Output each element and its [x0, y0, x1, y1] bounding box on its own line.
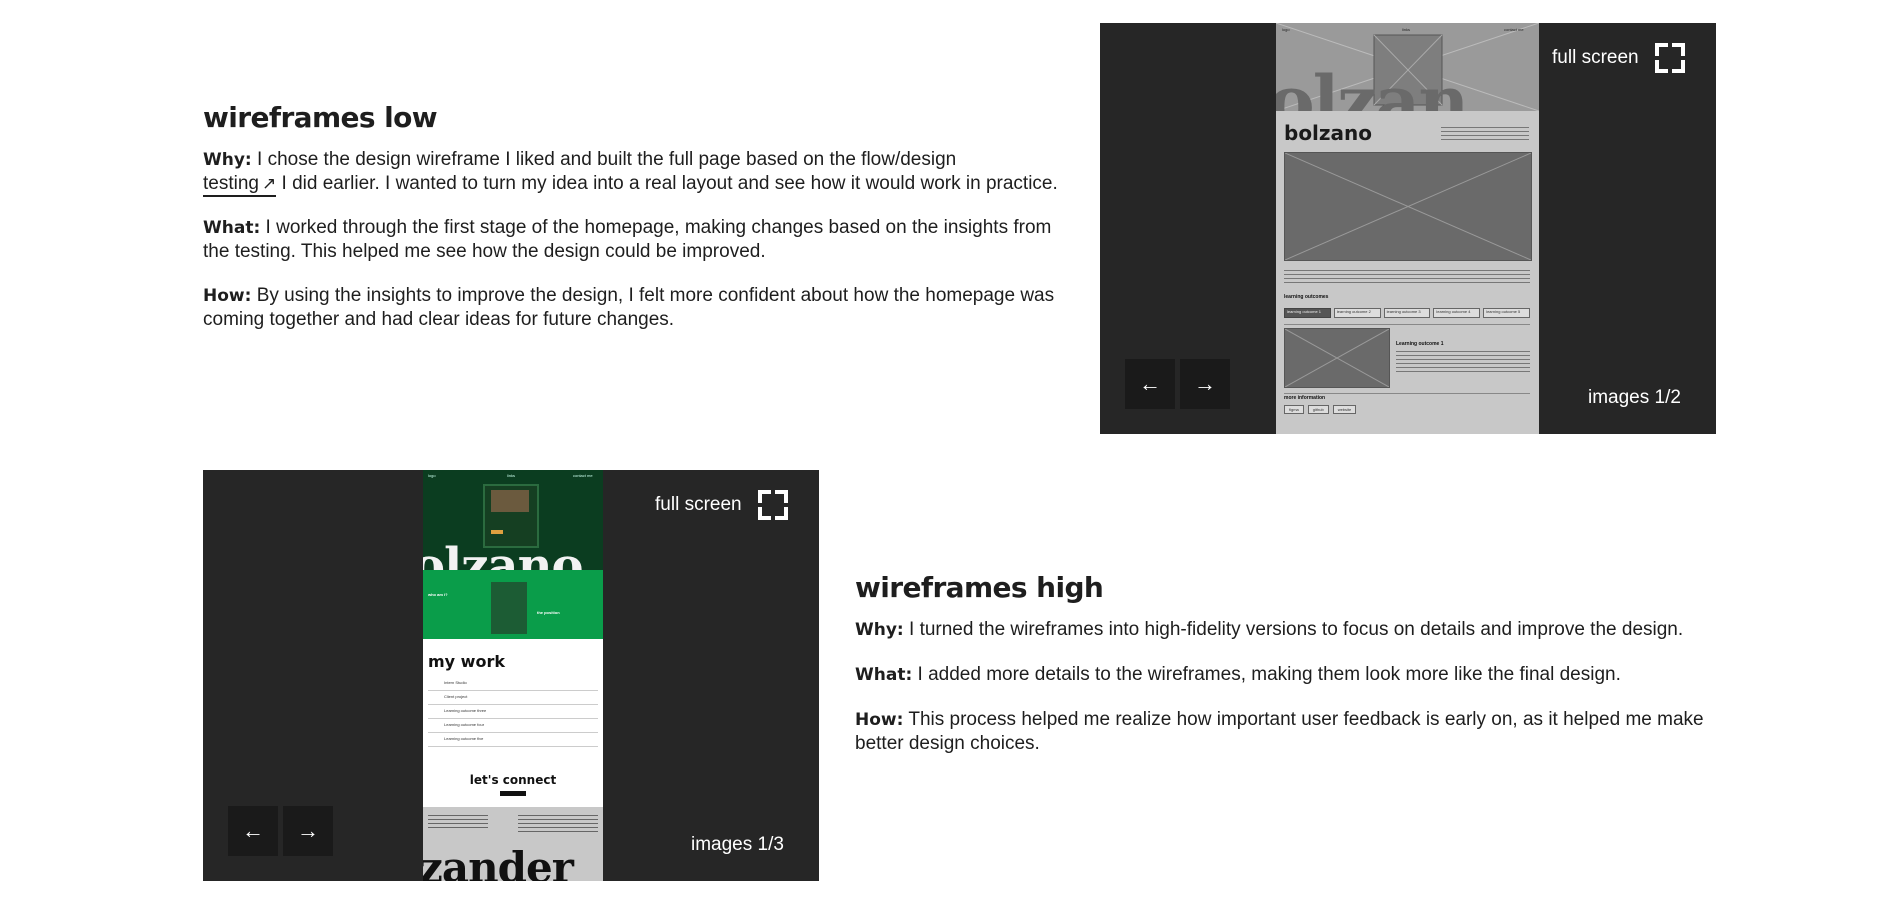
hifi-phone-photo [491, 490, 529, 512]
hifi-work-item: Intern Studio [428, 677, 598, 691]
how-text: This process helped me realize how impor… [855, 709, 1704, 754]
wf-divider-2 [1284, 393, 1530, 394]
wf-pills: figma github website [1284, 405, 1357, 414]
what-paragraph: What: I added more details to the wirefr… [855, 663, 1705, 687]
hifi-about-photo [491, 582, 527, 634]
fullscreen-label: full screen [1552, 47, 1639, 68]
why-text: I chose the design wireframe I liked and… [251, 149, 957, 170]
wf-main-placeholder [1284, 152, 1532, 261]
prev-image-button[interactable]: ← [1125, 359, 1175, 409]
hifi-nav-right: contact me [573, 473, 593, 478]
why-paragraph: Why: I turned the wireframes into high-f… [855, 618, 1705, 642]
hifi-connect-heading: let's connect [469, 773, 557, 787]
hifi-work-item: Learning outcome three [428, 705, 598, 719]
fullscreen-label: full screen [655, 494, 742, 515]
hifi-work-list: Intern Studio Client project Learning ou… [428, 677, 598, 747]
wf-card-image [1284, 328, 1390, 388]
wf-brand-text [1441, 127, 1529, 141]
what-text: I added more details to the wireframes, … [912, 664, 1621, 685]
what-label: What: [855, 665, 913, 685]
fullscreen-icon [757, 490, 788, 520]
wf-main-placeholder-lines [1284, 152, 1532, 261]
why-paragraph: Why: I chose the design wireframe I like… [203, 148, 1063, 197]
wf-body-text [1284, 270, 1530, 286]
hifi-who-heading: who am i? [428, 592, 448, 597]
hifi-footer-text [428, 815, 488, 829]
hifi-work-item: Learning outcome four [428, 719, 598, 733]
wf-card-image-lines [1284, 328, 1390, 388]
image-counter: images 1/3 [691, 834, 784, 855]
how-label: How: [203, 286, 252, 306]
why-label: Why: [855, 620, 904, 640]
wf-tabs: learning outcome 1 learning outcome 2 le… [1284, 308, 1530, 318]
wf-pill: figma [1284, 405, 1304, 414]
wf-hero-bigtext: olzan [1276, 60, 1469, 112]
hifi-footer-bigtext: zander [423, 843, 574, 882]
hifi-hero: logo links contact me olzano [423, 470, 603, 570]
section-wireframes-high: wireframes high Why: I turned the wirefr… [855, 571, 1705, 776]
hifi-connect-button [500, 791, 526, 796]
why-text: I turned the wireframes into high-fideli… [903, 619, 1684, 640]
wf-brand-title: bolzano [1284, 121, 1373, 145]
wf-nav-left: logo [1282, 27, 1290, 32]
wf-divider [1284, 324, 1530, 325]
section-wireframes-low: wireframes low Why: I chose the design w… [203, 101, 1063, 352]
fullscreen-button[interactable]: full screen [1552, 43, 1685, 73]
arrow-right-icon: → [1194, 371, 1216, 396]
wf-tab: learning outcome 3 [1383, 308, 1431, 318]
image-counter: images 1/2 [1588, 387, 1681, 408]
prev-image-button[interactable]: ← [228, 806, 278, 856]
how-paragraph: How: By using the insights to improve th… [203, 284, 1063, 331]
wf-hero: logo links contact me olzan [1276, 23, 1539, 111]
wf-nav-mid: links [1402, 27, 1411, 32]
hifi-footer: zander [423, 807, 603, 881]
wf-more-heading: more information [1284, 395, 1326, 401]
hifi-work-item: Learning outcome five [428, 733, 598, 747]
hifi-side-heading: the position [537, 610, 560, 615]
external-link-icon: ↗ [261, 174, 277, 193]
wf-card-title: Learning outcome 1 [1396, 341, 1444, 347]
wf-tab: learning outcome 1 [1284, 308, 1331, 318]
hifi-about: who am i? the position [423, 570, 603, 639]
wf-pill: website [1332, 405, 1357, 414]
wf-tab: learning outcome 2 [1333, 308, 1381, 318]
next-image-button[interactable]: → [283, 806, 333, 856]
fullscreen-icon [1654, 43, 1685, 73]
hifi-hero-bigtext: olzano [423, 538, 584, 570]
image-viewer-high[interactable]: logo links contact me olzano who am i? t… [203, 470, 819, 881]
fullscreen-button[interactable]: full screen [655, 490, 788, 520]
arrow-right-icon: → [297, 818, 319, 843]
next-image-button[interactable]: → [1180, 359, 1230, 409]
hifi-footer-links [518, 815, 598, 835]
hifi-work-item: Client project [428, 691, 598, 705]
wf-pill: github [1307, 405, 1329, 414]
arrow-left-icon: ← [242, 818, 264, 843]
section-title: wireframes high [855, 571, 1104, 604]
hifi-nav-left: logo [428, 473, 436, 478]
wf-tab: learning outcome 5 [1483, 308, 1530, 318]
hifi-phone-button [491, 530, 503, 534]
why-label: Why: [203, 150, 252, 170]
wf-section-heading: learning outcomes [1284, 294, 1329, 300]
why-text-cont: I did earlier. I wanted to turn my idea … [276, 173, 1058, 194]
how-paragraph: How: This process helped me realize how … [855, 708, 1705, 755]
wf-card-text [1396, 351, 1530, 373]
image-viewer-low[interactable]: logo links contact me olzan bolzano lear… [1100, 23, 1716, 434]
what-paragraph: What: I worked through the first stage o… [203, 216, 1063, 263]
testing-link[interactable]: testing ↗ [203, 173, 277, 197]
what-label: What: [203, 218, 261, 238]
hifi-nav-mid: links [507, 473, 516, 478]
testing-link-label: testing [203, 173, 259, 194]
hifi-work-heading: my work [428, 652, 505, 671]
what-text: I worked through the first stage of the … [203, 217, 1052, 262]
how-text: By using the insights to improve the des… [203, 285, 1055, 330]
section-title: wireframes low [203, 101, 438, 134]
lowfi-wireframe-image: logo links contact me olzan bolzano lear… [1276, 23, 1539, 434]
hifi-wireframe-image: logo links contact me olzano who am i? t… [423, 470, 603, 881]
arrow-left-icon: ← [1139, 371, 1161, 396]
how-label: How: [855, 710, 904, 730]
wf-nav-right: contact me [1504, 27, 1524, 32]
wf-tab: learning outcome 4 [1433, 308, 1481, 318]
